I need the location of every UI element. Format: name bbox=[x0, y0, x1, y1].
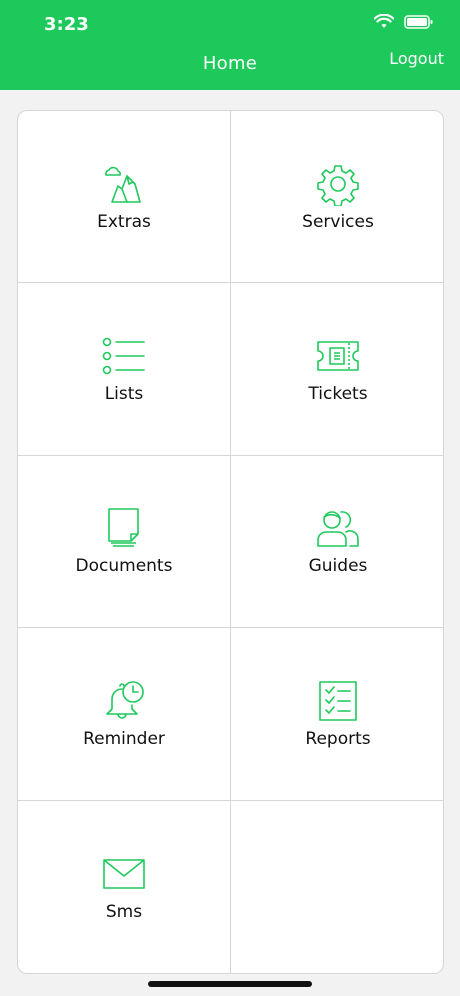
landscape-icon bbox=[105, 166, 141, 203]
menu-item-label: Reminder bbox=[83, 728, 165, 749]
menu-item-label: Guides bbox=[308, 556, 368, 577]
menu-grid: Extras Services Lists Tickets Documents … bbox=[17, 110, 444, 974]
menu-item-tickets[interactable]: Tickets bbox=[231, 283, 443, 456]
wifi-icon bbox=[374, 14, 394, 28]
empty-tile bbox=[231, 801, 443, 973]
menu-item-label: Reports bbox=[305, 728, 371, 749]
bell-clock-icon bbox=[106, 681, 144, 719]
menu-item-extras[interactable]: Extras bbox=[18, 111, 231, 284]
menu-item-sms[interactable]: Sms bbox=[18, 800, 231, 973]
menu-item-label: Services bbox=[302, 211, 374, 232]
status-icons bbox=[374, 14, 434, 30]
menu-item-label: Sms bbox=[105, 901, 143, 922]
menu-item-documents[interactable]: Documents bbox=[18, 455, 231, 629]
gear-icon bbox=[317, 164, 359, 206]
list-icon bbox=[102, 337, 145, 375]
status-time: 3:23 bbox=[44, 14, 89, 35]
menu-item-label: Documents bbox=[75, 556, 173, 577]
menu-item-guides[interactable]: Guides bbox=[231, 456, 443, 629]
ticket-icon bbox=[317, 341, 359, 371]
logout-button[interactable]: Logout bbox=[389, 49, 444, 68]
people-icon bbox=[317, 511, 359, 548]
checklist-icon bbox=[319, 681, 357, 721]
header-bar: 3:23 Home Logout bbox=[0, 0, 460, 90]
home-indicator bbox=[148, 981, 312, 987]
menu-item-lists[interactable]: Lists bbox=[18, 283, 231, 456]
envelope-icon bbox=[103, 858, 145, 889]
menu-item-label: Lists bbox=[104, 384, 144, 405]
battery-icon bbox=[404, 15, 433, 29]
menu-item-services[interactable]: Services bbox=[231, 111, 443, 284]
menu-item-label: Tickets bbox=[308, 384, 368, 405]
menu-item-reports[interactable]: Reports bbox=[231, 628, 443, 801]
menu-item-reminder[interactable]: Reminder bbox=[18, 628, 231, 801]
document-icon bbox=[108, 508, 139, 548]
menu-item-label: Extras bbox=[97, 211, 151, 232]
